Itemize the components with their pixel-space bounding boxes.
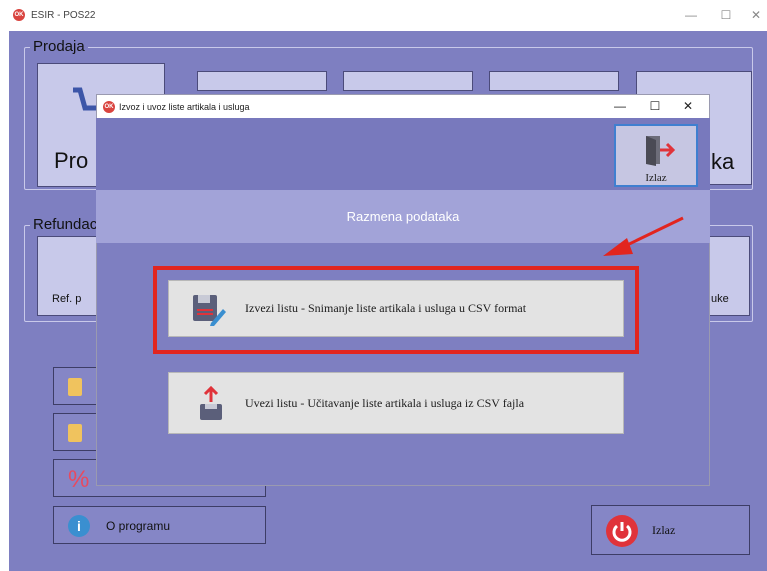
dialog-title-bar: OK Izvoz i uvoz liste artikala i usluga …	[96, 94, 710, 118]
exit-door-icon	[646, 136, 676, 166]
dialog-exit-button[interactable]: Izlaz	[614, 124, 698, 187]
about-button[interactable]: i O programu	[53, 506, 266, 544]
document-icon	[68, 424, 82, 442]
import-list-button[interactable]: Uvezi listu - Učitavanje liste artikala …	[168, 372, 624, 434]
prodaja-group-label: Prodaja	[30, 38, 88, 55]
main-title-bar: OK ESIR - POS22 — ☐ ✕	[9, 0, 767, 31]
info-icon: i	[68, 515, 90, 537]
main-minimize-button[interactable]: —	[681, 8, 701, 22]
dialog-maximize-button[interactable]: ☐	[645, 99, 665, 113]
highlight-box	[153, 266, 639, 354]
main-exit-label: Izlaz	[652, 523, 676, 537]
calculator-icon	[68, 378, 82, 396]
upload-icon	[200, 386, 222, 420]
percent-icon: %	[68, 466, 90, 493]
main-window-title: ESIR - POS22	[31, 10, 96, 21]
dialog-app-icon: OK	[103, 101, 115, 113]
prodaja-tile-3[interactable]	[343, 71, 473, 91]
main-maximize-button[interactable]: ☐	[716, 8, 736, 22]
prodaja-tile-2[interactable]	[197, 71, 327, 91]
prodaja-tile-5-label: ka	[711, 149, 735, 174]
main-exit-button[interactable]: Izlaz	[591, 505, 750, 555]
side-button-2[interactable]	[53, 413, 97, 451]
refundacija-tile-label: Ref. p	[52, 293, 82, 305]
prodaja-tile-label: Pro	[54, 148, 89, 173]
import-list-label: Uvezi listu - Učitavanje liste artikala …	[245, 395, 525, 410]
about-button-label: O programu	[106, 519, 171, 533]
app-icon: OK	[13, 9, 25, 21]
dialog-title: Izvoz i uvoz liste artikala i usluga	[119, 102, 250, 112]
side-button-1[interactable]	[53, 367, 97, 405]
prodaja-tile-4[interactable]	[489, 71, 619, 91]
refundacija-tile-right-label: uke	[711, 293, 729, 305]
dialog-close-button[interactable]: ✕	[678, 99, 698, 113]
refundacija-group-label: Refundac	[30, 216, 101, 233]
dialog-exit-label: Izlaz	[645, 172, 667, 184]
dialog-minimize-button[interactable]: —	[610, 99, 630, 113]
power-icon	[606, 515, 638, 547]
main-close-button[interactable]: ✕	[746, 8, 766, 22]
red-arrow-annotation	[603, 216, 684, 256]
